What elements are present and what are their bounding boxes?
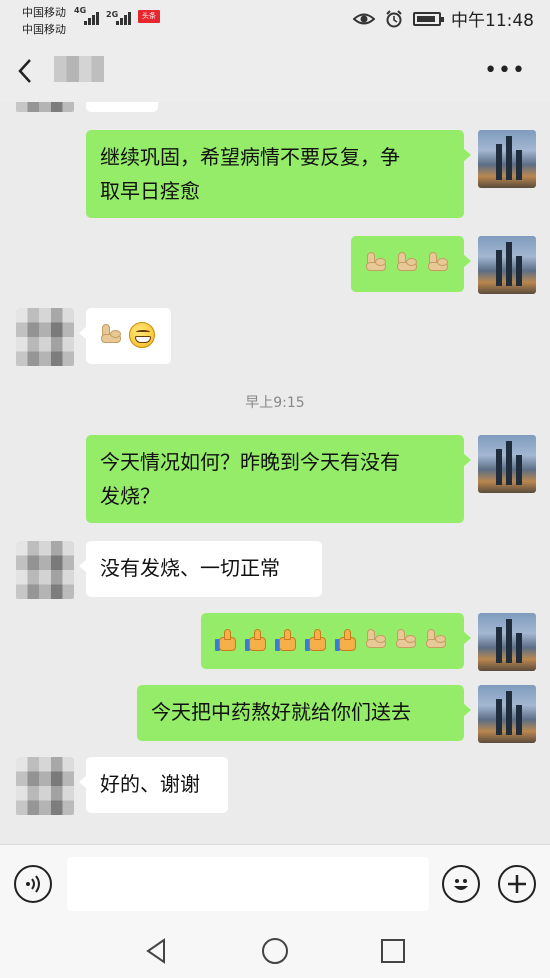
message-text-line: 继续巩固，希望病情不要反复，争 (100, 145, 400, 169)
message-text: 今天把中药熬好就给你们送去 (151, 700, 411, 724)
carrier-label-2: 中国移动 (22, 23, 66, 36)
more-dots-icon[interactable]: ••• (484, 60, 526, 82)
message-bubble[interactable]: 继续巩固，希望病情不要反复，争 取早日痊愈 (86, 130, 471, 218)
chat-header: ••• (0, 40, 550, 102)
flexed-biceps-icon (423, 627, 450, 654)
my-avatar[interactable] (478, 236, 536, 294)
input-bar (0, 844, 550, 924)
grinning-face-icon (129, 322, 155, 348)
message-timestamp: 早上9:15 (245, 395, 305, 411)
alarm-icon (386, 9, 402, 27)
status-bar: 中国移动 中国移动 4G 2G 头条 中午11:48 (0, 0, 550, 40)
my-avatar[interactable] (478, 613, 536, 671)
thumbs-up-icon (273, 627, 300, 654)
message-text: 好的、谢谢 (100, 772, 200, 796)
contact-avatar[interactable] (16, 308, 74, 366)
message-text-line: 发烧？ (100, 484, 160, 508)
emoji-message-bubble[interactable] (79, 308, 171, 364)
chevron-left-icon[interactable] (14, 56, 40, 86)
contact-name-redacted (54, 56, 104, 82)
system-navigation-bar (0, 924, 550, 978)
emoji-message-bubble[interactable] (351, 236, 471, 292)
my-avatar[interactable] (478, 685, 536, 743)
square-recent-icon[interactable] (378, 936, 408, 966)
contact-avatar[interactable] (16, 757, 74, 815)
status-time: 中午11:48 (451, 11, 534, 31)
thumbs-up-icon (243, 627, 270, 654)
emoji-message-bubble[interactable] (201, 613, 471, 669)
smiley-icon[interactable] (442, 865, 480, 903)
plus-icon[interactable] (498, 865, 536, 903)
my-avatar[interactable] (478, 435, 536, 493)
battery-icon (413, 11, 444, 26)
message-text: 没有发烧、一切正常 (100, 556, 280, 580)
my-avatar[interactable] (478, 130, 536, 188)
flexed-biceps-icon (425, 250, 452, 277)
contact-avatar[interactable] (16, 541, 74, 599)
signal-icon (84, 11, 99, 25)
message-text-line: 取早日痊愈 (100, 179, 200, 203)
message-list[interactable]: 继续巩固，希望病情不要反复，争 取早日痊愈 早上9:15 今天情况如何？昨晚到今… (0, 102, 550, 844)
circle-home-icon[interactable] (260, 936, 290, 966)
flexed-biceps-icon (363, 627, 390, 654)
thumbs-up-icon (303, 627, 330, 654)
message-bubble-partial[interactable] (86, 102, 158, 112)
contact-avatar[interactable] (16, 102, 74, 112)
message-bubble[interactable]: 好的、谢谢 (79, 757, 228, 813)
voice-icon[interactable] (14, 865, 52, 903)
message-bubble[interactable]: 今天把中药熬好就给你们送去 (137, 685, 471, 741)
flexed-biceps-icon (98, 322, 125, 349)
triangle-back-icon[interactable] (142, 936, 172, 966)
thumbs-up-icon (213, 627, 240, 654)
flexed-biceps-icon (394, 250, 421, 277)
thumbs-up-icon (333, 627, 360, 654)
signal-icon-2 (116, 11, 131, 25)
flexed-biceps-icon (363, 250, 390, 277)
flexed-biceps-icon (393, 627, 420, 654)
carrier-label-1: 中国移动 (22, 6, 66, 19)
message-bubble[interactable]: 没有发烧、一切正常 (79, 541, 322, 597)
news-app-badge: 头条 (138, 10, 160, 23)
message-input[interactable] (67, 857, 429, 911)
message-bubble[interactable]: 今天情况如何？昨晚到今天有没有 发烧？ (86, 435, 471, 523)
eye-comfort-icon (353, 13, 375, 24)
message-text-line: 今天情况如何？昨晚到今天有没有 (100, 450, 400, 474)
